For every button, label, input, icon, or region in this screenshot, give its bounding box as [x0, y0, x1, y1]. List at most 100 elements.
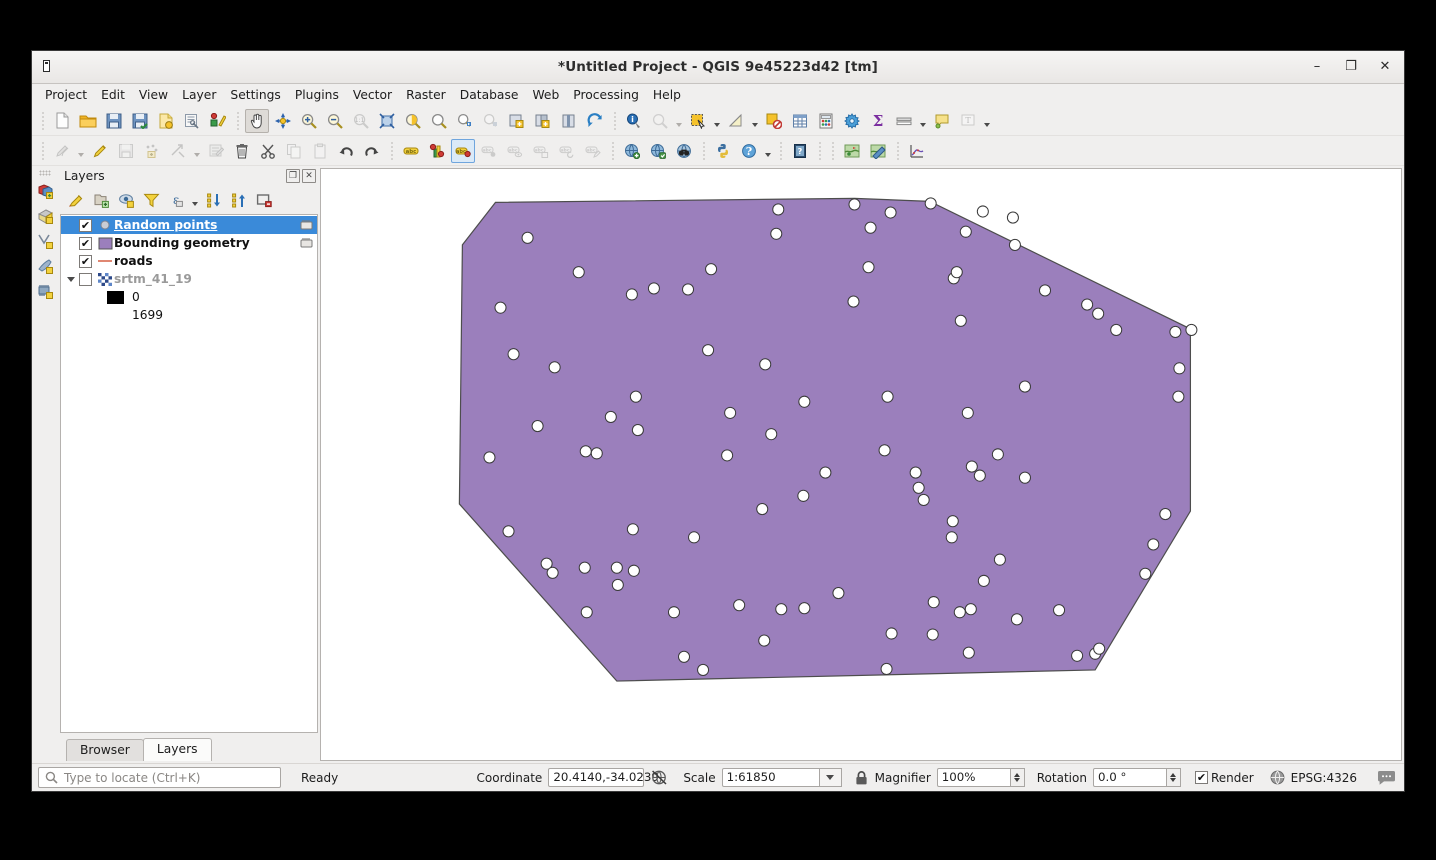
plugin-manager-icon[interactable]: ? — [737, 139, 761, 163]
layer-item-bounding-geometry[interactable]: Bounding geometry — [61, 234, 317, 252]
zoom-out-icon[interactable] — [323, 109, 347, 133]
change-label-icon[interactable]: abc — [581, 139, 605, 163]
magnifier-spinner[interactable] — [1011, 768, 1025, 787]
new-print-layout-icon[interactable] — [154, 109, 178, 133]
modify-attributes-icon[interactable] — [166, 139, 190, 163]
add-vector-layer-icon[interactable] — [33, 179, 57, 203]
new-project-icon[interactable] — [50, 109, 74, 133]
zoom-full-icon[interactable] — [375, 109, 399, 133]
rotation-input[interactable]: 0.0 ° — [1093, 768, 1167, 787]
new-3d-map-view-icon[interactable] — [531, 109, 555, 133]
menu-project[interactable]: Project — [38, 86, 94, 104]
layer-visibility-checkbox[interactable] — [79, 273, 92, 286]
rotation-spinner[interactable] — [1167, 768, 1181, 787]
zoom-to-selection-icon[interactable] — [401, 109, 425, 133]
open-layer-styling-panel-icon[interactable] — [64, 188, 88, 212]
scale-dropdown-arrow[interactable] — [820, 768, 842, 787]
profile-tool-icon[interactable] — [905, 139, 929, 163]
layer-visibility-checkbox[interactable] — [79, 237, 92, 250]
tab-browser[interactable]: Browser — [66, 739, 144, 761]
filter-legend-expression-icon[interactable]: ε — [164, 188, 188, 212]
layout-manager-icon[interactable] — [180, 109, 204, 133]
map-tips-icon[interactable] — [930, 109, 954, 133]
zoom-to-layer-icon[interactable] — [427, 109, 451, 133]
menu-view[interactable]: View — [132, 86, 175, 104]
menu-vector[interactable]: Vector — [346, 86, 399, 104]
highlight-pinned-labels-icon[interactable]: abc — [451, 139, 475, 163]
menu-edit[interactable]: Edit — [94, 86, 132, 104]
crs-label[interactable]: EPSG:4326 — [1291, 771, 1357, 785]
add-postgis-layer-icon[interactable] — [33, 279, 57, 303]
layer-visibility-checkbox[interactable] — [79, 255, 92, 268]
menu-layer[interactable]: Layer — [175, 86, 223, 104]
layer-tree[interactable]: Random points Bounding geometry — [60, 214, 318, 733]
field-calculator-icon[interactable] — [814, 109, 838, 133]
label-icon[interactable]: abc — [399, 139, 423, 163]
layer-item-srtm[interactable]: srtm_41_19 — [61, 270, 317, 288]
move-label-icon[interactable]: abc — [529, 139, 553, 163]
identify-features-icon[interactable]: i — [622, 109, 646, 133]
menu-help[interactable]: Help — [646, 86, 688, 104]
show-labels-icon[interactable] — [892, 109, 916, 133]
layer-visibility-checkbox[interactable] — [79, 219, 92, 232]
crs-globe-icon[interactable] — [1270, 770, 1285, 785]
select-dropdown-arrow[interactable] — [711, 109, 722, 133]
style-manager-icon[interactable] — [206, 109, 230, 133]
show-hide-labels-icon[interactable]: abc — [503, 139, 527, 163]
layer-item-roads[interactable]: roads — [61, 252, 317, 270]
metasearch-alt-icon[interactable] — [646, 139, 670, 163]
collapse-all-icon[interactable] — [227, 188, 251, 212]
messages-log-icon[interactable] — [1377, 770, 1396, 786]
menu-database[interactable]: Database — [453, 86, 526, 104]
deselect-icon[interactable] — [724, 109, 748, 133]
toggle-editing-icon[interactable] — [88, 139, 112, 163]
undock-panel-button[interactable]: ❐ — [286, 169, 300, 183]
filter-legend-dropdown-arrow[interactable] — [189, 188, 200, 212]
select-features-icon[interactable] — [686, 109, 710, 133]
plugin-dropdown-arrow[interactable] — [762, 139, 773, 163]
undo-icon[interactable] — [334, 139, 358, 163]
pan-map-icon[interactable] — [245, 109, 269, 133]
chevron-down-icon[interactable] — [63, 270, 79, 288]
new-map-view-icon[interactable] — [505, 109, 529, 133]
scale-input[interactable]: 1:61850 — [722, 768, 820, 787]
rotate-label-icon[interactable]: abc — [555, 139, 579, 163]
add-group-icon[interactable] — [89, 188, 113, 212]
pan-to-selection-icon[interactable] — [271, 109, 295, 133]
gps-tools-icon[interactable] — [866, 139, 890, 163]
metasearch-icon[interactable] — [620, 139, 644, 163]
add-raster-layer-icon[interactable] — [33, 204, 57, 228]
annotation-dropdown-arrow[interactable] — [981, 109, 992, 133]
save-project-as-icon[interactable] — [128, 109, 152, 133]
remove-layer-icon[interactable] — [252, 188, 276, 212]
zoom-last-icon[interactable] — [453, 109, 477, 133]
menu-processing[interactable]: Processing — [566, 86, 646, 104]
processing-toolbox-icon[interactable] — [840, 109, 864, 133]
close-panel-button[interactable]: ✕ — [302, 169, 316, 183]
lock-scale-icon[interactable] — [854, 770, 869, 786]
copy-features-icon[interactable] — [282, 139, 306, 163]
manage-map-themes-icon[interactable] — [114, 188, 138, 212]
save-project-icon[interactable] — [102, 109, 126, 133]
pin-labels-icon[interactable]: abc — [477, 139, 501, 163]
open-project-icon[interactable] — [76, 109, 100, 133]
map-canvas[interactable] — [320, 168, 1402, 761]
current-edits-icon[interactable] — [50, 139, 74, 163]
cut-features-icon[interactable] — [256, 139, 280, 163]
python-console-icon[interactable] — [711, 139, 735, 163]
diagram-icon[interactable] — [425, 139, 449, 163]
zoom-native-icon[interactable]: 1:1 — [349, 109, 373, 133]
expand-all-icon[interactable] — [202, 188, 226, 212]
maximize-button[interactable]: ❐ — [1344, 60, 1358, 74]
redo-icon[interactable] — [360, 139, 384, 163]
measure-icon[interactable] — [648, 109, 672, 133]
close-button[interactable]: ✕ — [1378, 60, 1392, 74]
menu-raster[interactable]: Raster — [399, 86, 453, 104]
menu-settings[interactable]: Settings — [223, 86, 287, 104]
layer-item-random-points[interactable]: Random points — [61, 216, 317, 234]
measure-dropdown-arrow[interactable] — [673, 109, 684, 133]
add-delimited-text-layer-icon[interactable] — [33, 254, 57, 278]
modify-attributes-arrow[interactable] — [191, 139, 202, 163]
coordinate-input[interactable]: 20.4140,-34.0239 — [548, 768, 644, 787]
refresh-icon[interactable] — [583, 109, 607, 133]
